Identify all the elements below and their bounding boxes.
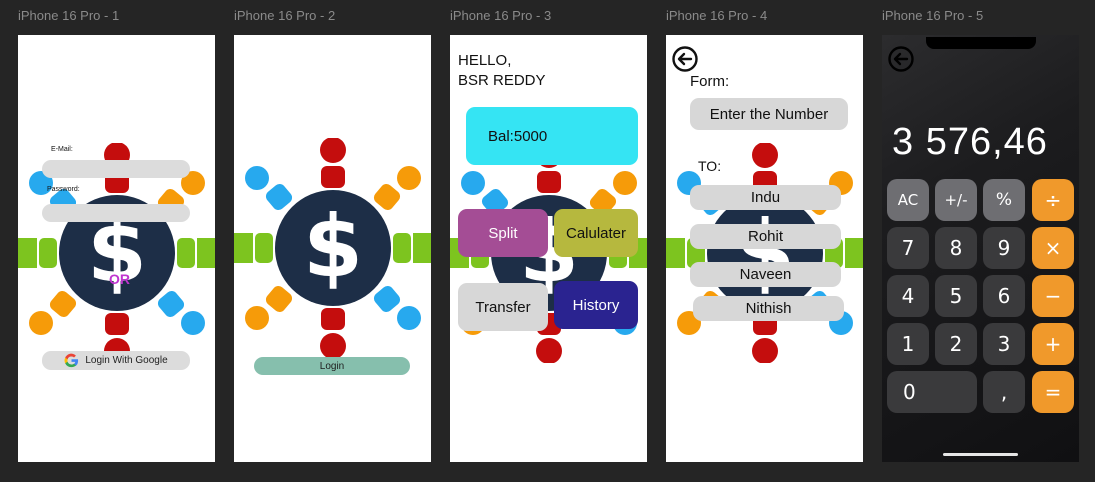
greeting-hello: HELLO, [458,52,512,69]
greeting-user-name: BSR REDDY [458,72,546,89]
contact-indu[interactable]: Indu [690,185,841,210]
frame-title-4: iPhone 16 Pro - 4 [666,8,768,23]
frame-title-1: iPhone 16 Pro - 1 [18,8,120,23]
history-button[interactable]: History [554,281,638,329]
back-arrow-icon[interactable] [887,45,915,73]
key-0[interactable]: 0 [887,371,977,413]
login-button[interactable]: Login [254,357,410,375]
password-field[interactable] [42,204,190,222]
google-icon [64,353,79,368]
screen-login-email: E-Mail: Password: OR Login With Google [18,35,215,462]
key-4[interactable]: 4 [887,275,929,317]
email-field[interactable] [42,160,190,178]
key-9[interactable]: 9 [983,227,1025,269]
password-label: Password: [47,186,80,193]
transfer-button[interactable]: Transfer [458,283,548,331]
dynamic-island [926,37,1036,49]
from-label: Form: [690,73,730,90]
split-button[interactable]: Split [458,209,548,257]
key-3[interactable]: 3 [983,323,1025,365]
balance-card: Bal:5000 [466,107,638,165]
contact-nithish[interactable]: Nithish [693,296,844,321]
key-6[interactable]: 6 [983,275,1025,317]
screen-home: HELLO, BSR REDDY Bal:5000 Split Calulate… [450,35,647,462]
calculator-button[interactable]: Calulater [554,209,638,257]
google-login-label: Login With Google [85,355,168,366]
key-plus-minus[interactable]: +/- [935,179,977,221]
or-divider-text: OR [109,271,130,287]
app-logo [234,138,431,358]
contact-rohit[interactable]: Rohit [690,224,841,249]
email-label: E-Mail: [51,146,73,153]
screen-transfer: Form: Enter the Number TO: Indu Rohit Na… [666,35,863,462]
key-percent[interactable]: % [983,179,1025,221]
home-indicator [943,453,1018,456]
contact-naveen[interactable]: Naveen [690,262,841,287]
app-logo [666,143,863,363]
frame-title-5: iPhone 16 Pro - 5 [882,8,984,23]
key-multiply[interactable]: × [1032,227,1074,269]
frame-title-3: iPhone 16 Pro - 3 [450,8,552,23]
google-login-button[interactable]: Login With Google [42,351,190,370]
key-8[interactable]: 8 [935,227,977,269]
key-1[interactable]: 1 [887,323,929,365]
screen-login: Login [234,35,431,462]
key-plus[interactable]: + [1032,323,1074,365]
key-divide[interactable]: ÷ [1032,179,1074,221]
key-5[interactable]: 5 [935,275,977,317]
key-2[interactable]: 2 [935,323,977,365]
key-7[interactable]: 7 [887,227,929,269]
screen-calculator: 3 576,46 AC +/- % ÷ 7 8 9 × 4 5 6 − 1 2 … [882,35,1079,462]
back-arrow-icon[interactable] [671,45,699,73]
number-input[interactable]: Enter the Number [690,98,848,130]
key-minus[interactable]: − [1032,275,1074,317]
key-equals[interactable]: = [1032,371,1074,413]
frame-title-2: iPhone 16 Pro - 2 [234,8,336,23]
key-comma[interactable]: , [983,371,1025,413]
to-label: TO: [698,158,722,174]
key-ac[interactable]: AC [887,179,929,221]
calculator-display: 3 576,46 [892,121,1048,163]
